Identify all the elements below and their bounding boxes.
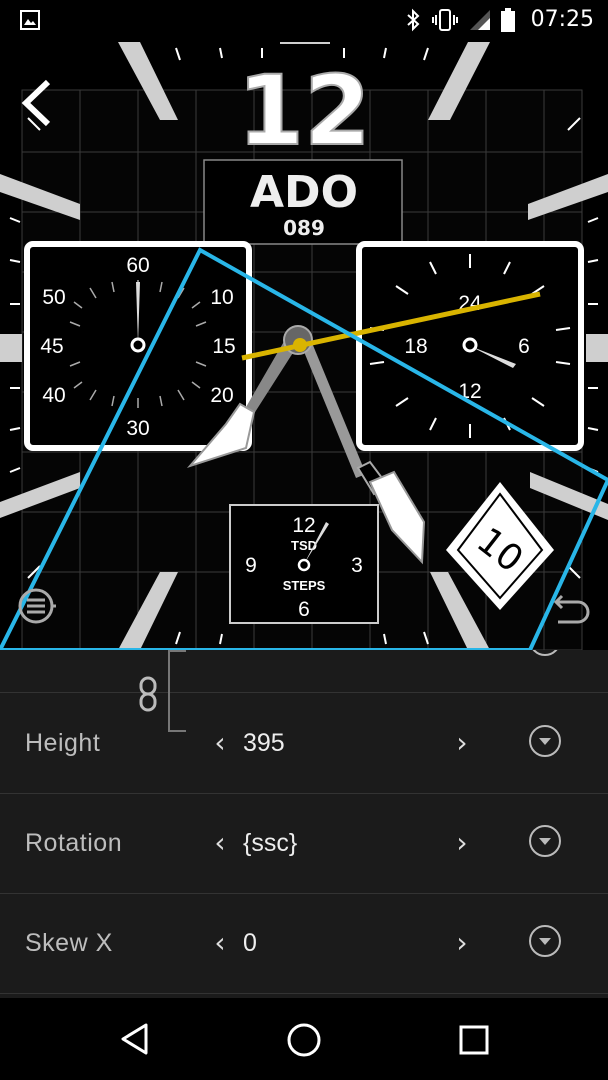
left-subdial-label: 40 [42,384,65,407]
skew-x-increment-button[interactable]: › [447,893,477,993]
skew-x-label: Skew X [25,929,113,957]
bottom-subdial-label: 9 [245,554,257,577]
right-subdial: 24 6 12 18 [356,241,584,451]
height-value[interactable]: 395 [243,693,285,793]
left-subdial-label: 30 [126,417,149,440]
properties-panel: Width ‹ 395 › Height ‹ 395 › Rotation ‹ … [0,650,608,998]
brand-name: ADO [250,167,358,218]
watch-face-preview[interactable]: 12 ADO 089 60 10 15 20 30 40 45 50 24 6 … [0,42,608,650]
back-arrow-icon[interactable] [20,78,54,128]
bottom-subdial-label: 12 [292,514,315,537]
rotation-row: Rotation ‹ {ssc} › [0,793,608,894]
skew-x-options-icon[interactable] [529,925,561,957]
height-label: Height [25,729,101,757]
left-subdial-label: 15 [212,335,235,358]
right-subdial-label: 6 [518,335,530,358]
home-icon[interactable] [286,1022,322,1058]
bottom-subdial-label: 3 [351,554,363,577]
vibrate-icon [431,8,458,31]
rotation-decrement-button[interactable]: ‹ [205,793,235,893]
skew-x-decrement-button[interactable]: ‹ [205,893,235,993]
signal-icon [469,9,490,30]
left-subdial: 60 10 15 20 30 40 45 50 [24,241,252,451]
width-decrement-button[interactable]: ‹ [205,650,235,692]
height-row: Height ‹ 395 › [0,693,608,794]
bottom-subdial-label: 6 [298,598,310,621]
width-label: Width [25,650,91,692]
navigation-bar [0,998,608,1080]
width-value[interactable]: 395 [243,650,285,692]
left-subdial-label: 50 [42,286,65,309]
height-decrement-button[interactable]: ‹ [205,693,235,793]
undo-icon[interactable] [552,590,594,624]
bottom-subdial: 12 3 6 9 TSD STEPS [229,504,379,624]
left-subdial-label: 60 [126,254,149,277]
hour-12-numeral: 12 [237,55,371,167]
gallery-icon [20,10,40,30]
width-options-icon[interactable] [529,650,561,656]
skew-x-value[interactable]: 0 [243,893,257,993]
bluetooth-icon [406,8,420,31]
left-subdial-label: 10 [210,286,233,309]
layers-icon[interactable] [16,586,58,626]
left-subdial-label: 45 [40,335,63,358]
rotation-options-icon[interactable] [529,825,561,857]
status-bar: 07:25 [0,0,608,42]
brand-model: 089 [283,216,325,240]
recents-icon[interactable] [458,1024,490,1056]
left-subdial-label: 20 [210,384,233,407]
rotation-value[interactable]: {ssc} [243,793,297,893]
width-row: Width ‹ 395 › [0,650,608,693]
right-subdial-label: 18 [404,335,427,358]
height-increment-button[interactable]: › [447,693,477,793]
battery-icon [500,7,515,32]
width-increment-button[interactable]: › [447,650,477,692]
steps-label: STEPS [283,578,326,593]
clock-time: 07:25 [530,7,594,32]
tsd-label: TSD [291,538,317,553]
skew-x-row: Skew X ‹ 0 › [0,893,608,994]
rotation-label: Rotation [25,829,123,857]
height-options-icon[interactable] [529,725,561,757]
back-icon[interactable] [118,1022,152,1056]
rotation-increment-button[interactable]: › [447,793,477,893]
